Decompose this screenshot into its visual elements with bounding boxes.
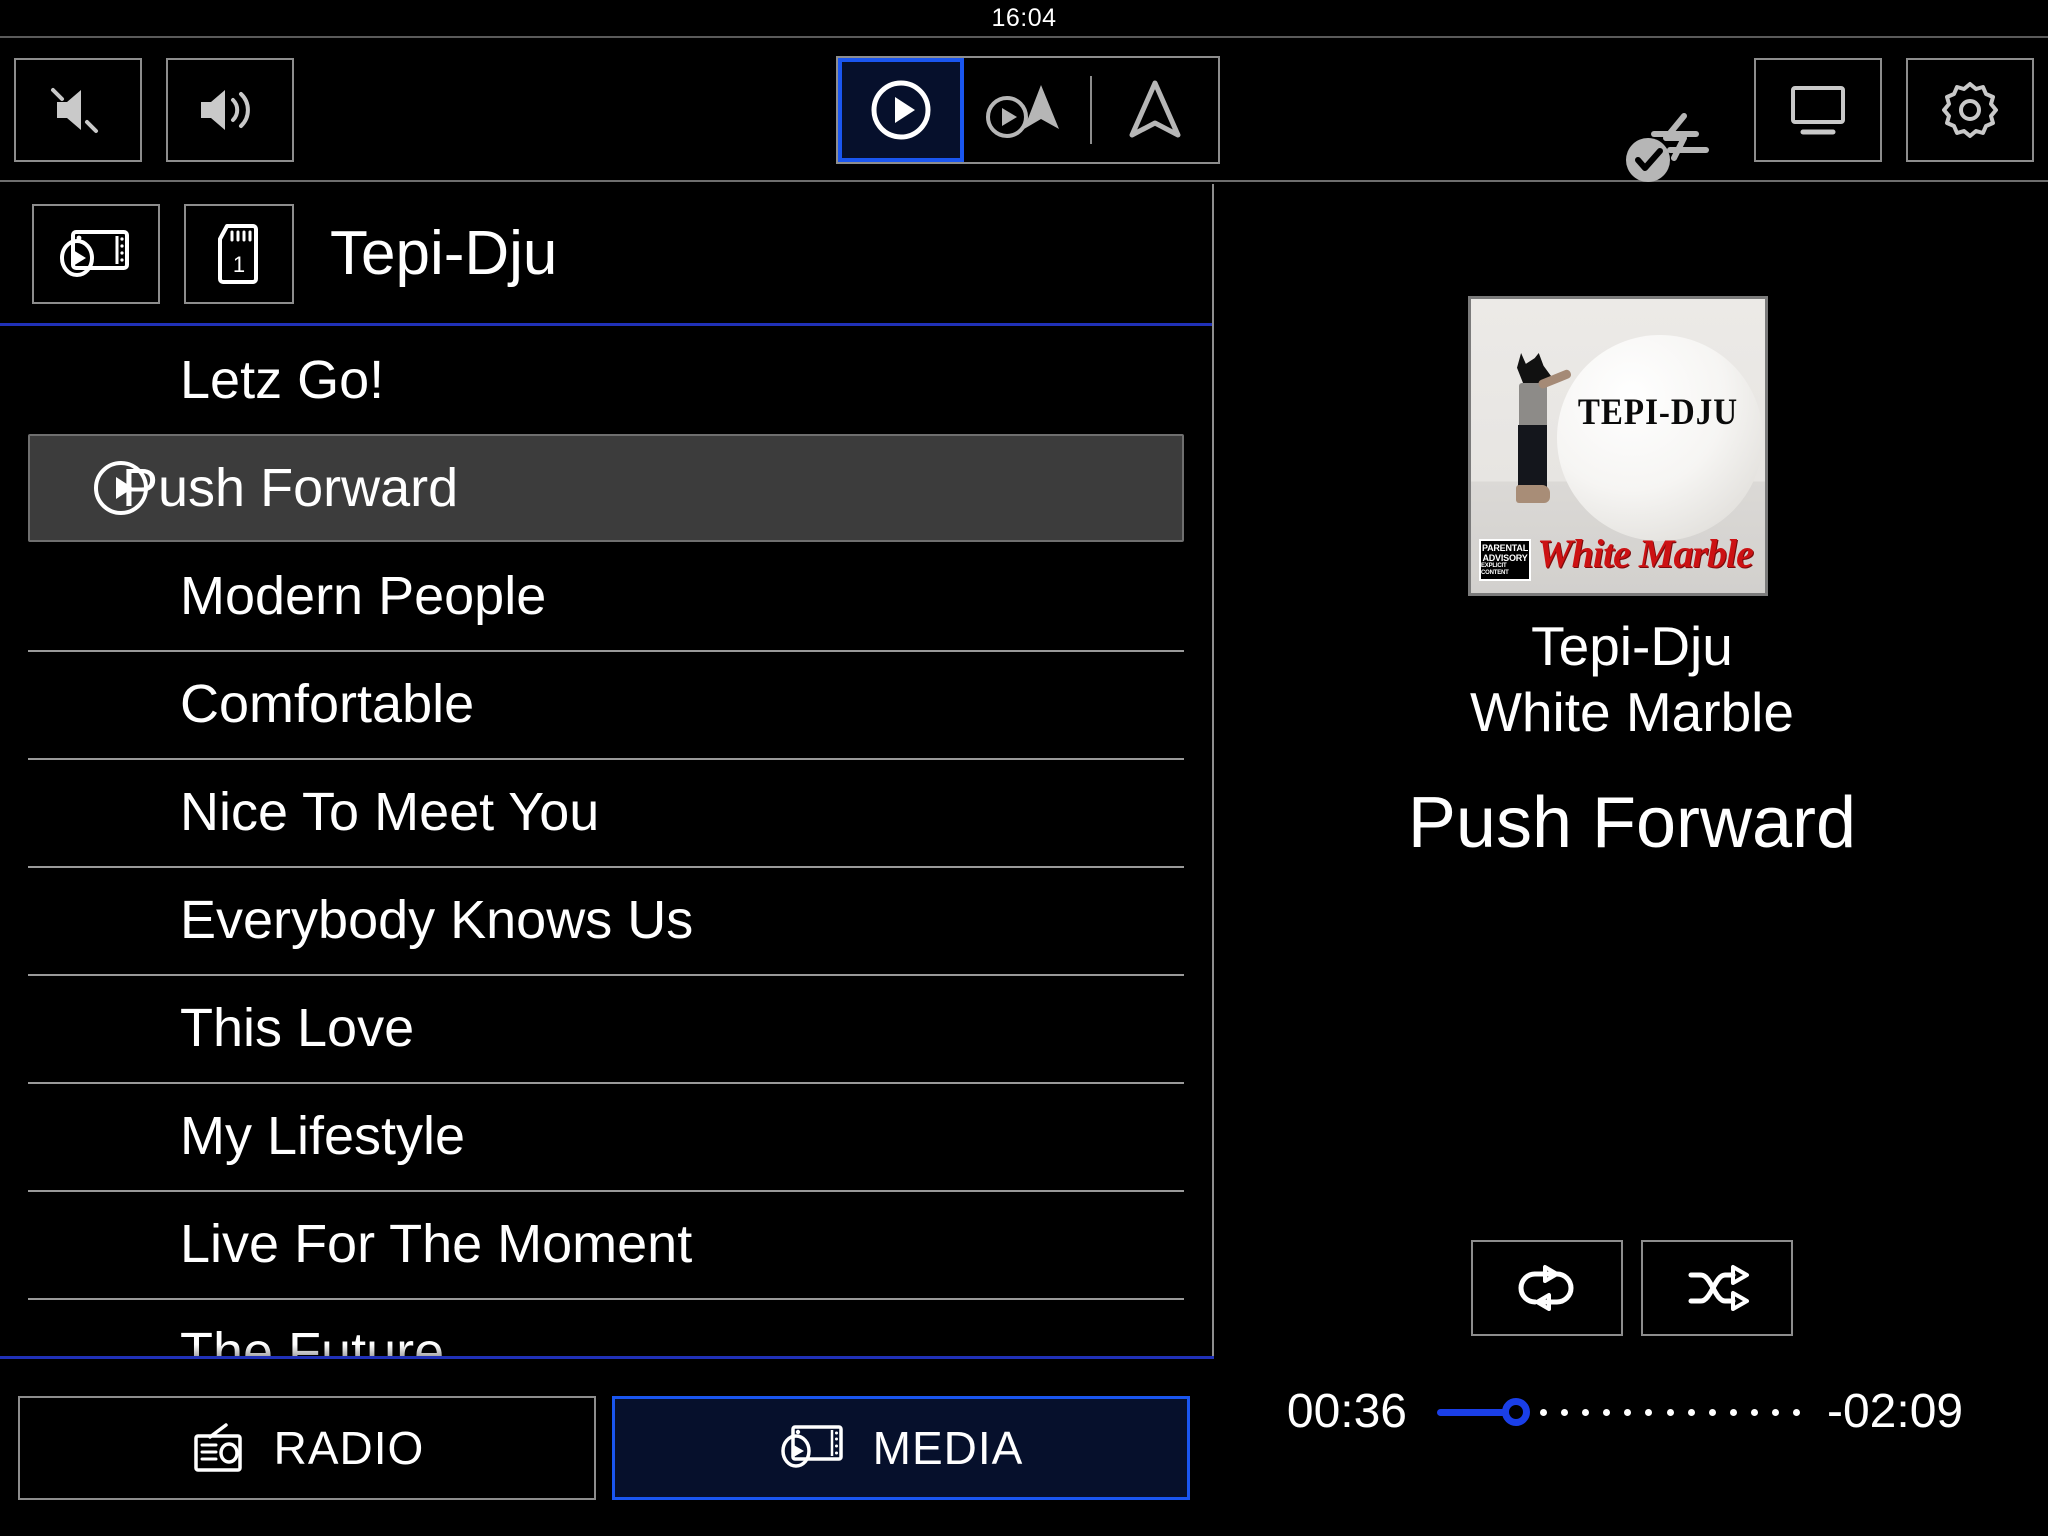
track-title: This Love xyxy=(180,998,415,1058)
progress-dot xyxy=(1750,1408,1758,1416)
status-bar: 16:04 xyxy=(0,0,2048,38)
browser-title: Tepi-Dju xyxy=(330,219,558,288)
track-row[interactable]: Modern People xyxy=(0,542,1212,650)
mode-nav-button[interactable] xyxy=(1092,58,1218,162)
album-art: TEPI-DJU White Marble PARENTAL ADVISORY … xyxy=(1468,296,1768,596)
album-art-album-text: White Marble xyxy=(1537,531,1754,576)
track-row[interactable]: Comfortable xyxy=(0,650,1212,758)
mute-button[interactable] xyxy=(14,58,142,162)
progress-dot xyxy=(1793,1408,1800,1416)
track-row[interactable]: Everybody Knows Us xyxy=(0,866,1212,974)
infotainment-screen: 16:04 1 Tepi-Dju Letz Go! Push Forward M… xyxy=(0,0,2048,1536)
playback-mode-buttons xyxy=(1216,1240,2048,1336)
track-title: Everybody Knows Us xyxy=(180,890,694,950)
advisory-line-3: EXPLICIT CONTENT xyxy=(1481,563,1509,577)
volume-up-icon xyxy=(195,82,265,138)
media-source-icon xyxy=(57,224,135,284)
media-source-button[interactable] xyxy=(32,203,160,304)
progress-dot xyxy=(1540,1408,1547,1416)
now-playing-track: Push Forward xyxy=(1407,783,1857,863)
settings-button[interactable] xyxy=(1906,58,2034,162)
browser-header: 1 Tepi-Dju xyxy=(0,184,1212,326)
sdcard-button[interactable]: 1 xyxy=(184,203,294,304)
now-playing-panel: TEPI-DJU White Marble PARENTAL ADVISORY … xyxy=(1216,184,2048,1536)
progress-dot xyxy=(1666,1408,1674,1416)
track-row[interactable]: The Future xyxy=(0,1298,1212,1356)
progress-dot xyxy=(1624,1408,1632,1416)
top-toolbar xyxy=(0,40,2048,182)
track-row[interactable]: Nice To Meet You xyxy=(0,758,1212,866)
advisory-line-2: ADVISORY xyxy=(1482,553,1528,564)
progress-dot xyxy=(1582,1408,1590,1416)
progress-thumb[interactable] xyxy=(1502,1397,1530,1426)
album-art-feet xyxy=(1516,485,1550,503)
album-art-marble xyxy=(1557,335,1763,541)
clock: 16:04 xyxy=(991,3,1057,32)
sdcard-icon: 1 xyxy=(213,222,265,286)
svg-text:1: 1 xyxy=(233,252,245,277)
now-playing-album: White Marble xyxy=(1470,681,1794,743)
volume-button[interactable] xyxy=(166,58,294,162)
progress-slider[interactable] xyxy=(1437,1396,1800,1428)
navigation-arrow-icon xyxy=(1124,77,1186,143)
mode-media-button[interactable] xyxy=(838,58,964,162)
shuffle-button[interactable] xyxy=(1641,1240,1793,1336)
media-browser-panel: 1 Tepi-Dju Letz Go! Push Forward Modern Pe… xyxy=(0,184,1214,1356)
track-title: The Future xyxy=(180,1321,444,1356)
media-icon xyxy=(779,1421,847,1475)
tab-media-label: MEDIA xyxy=(872,1421,1024,1474)
now-playing-artist: Tepi-Dju xyxy=(1531,615,1733,677)
progress-dot xyxy=(1771,1408,1779,1416)
album-art-legs xyxy=(1518,425,1547,487)
progress-dot xyxy=(1687,1408,1695,1416)
track-title: Letz Go! xyxy=(180,350,385,410)
mode-media-nav-button[interactable] xyxy=(964,58,1090,162)
mode-toggle-group xyxy=(836,56,1220,164)
shuffle-icon xyxy=(1681,1262,1753,1314)
tab-radio-label: RADIO xyxy=(273,1421,425,1474)
track-title: Push Forward xyxy=(122,458,459,518)
tab-media[interactable]: MEDIA xyxy=(612,1395,1190,1500)
track-title: Modern People xyxy=(180,566,547,626)
parental-advisory-label: PARENTAL ADVISORY EXPLICIT CONTENT xyxy=(1479,539,1531,581)
track-row[interactable]: This Love xyxy=(0,974,1212,1082)
advisory-line-1: PARENTAL xyxy=(1481,542,1529,553)
progress-dot xyxy=(1561,1408,1569,1416)
mute-icon xyxy=(47,82,109,138)
repeat-button[interactable] xyxy=(1471,1240,1623,1336)
progress-dot xyxy=(1603,1408,1611,1416)
progress-dot xyxy=(1729,1408,1737,1416)
track-row[interactable]: Live For The Moment xyxy=(0,1190,1212,1298)
track-row[interactable]: My Lifestyle xyxy=(0,1082,1212,1190)
track-title: Live For The Moment xyxy=(180,1214,693,1274)
source-tab-bar: RADIO MEDIA xyxy=(0,1356,1214,1536)
monitor-icon xyxy=(1783,80,1853,140)
album-art-figure xyxy=(1513,353,1573,525)
progress-row: 00:36 -02:09 xyxy=(1216,1384,2048,1439)
album-art-artist-text: TEPI-DJU xyxy=(1577,392,1739,434)
gear-icon xyxy=(1938,78,2002,142)
album-art-torso xyxy=(1519,383,1547,427)
play-circle-nav-icon xyxy=(981,77,1073,143)
now-playing-indicator-icon xyxy=(92,459,150,517)
repeat-icon xyxy=(1511,1262,1583,1314)
play-circle-icon xyxy=(868,77,934,143)
tab-radio[interactable]: RADIO xyxy=(18,1395,596,1500)
elapsed-time: 00:36 xyxy=(1286,1385,1407,1438)
track-title: Nice To Meet You xyxy=(180,782,600,842)
progress-dot xyxy=(1645,1408,1653,1416)
track-title: Comfortable xyxy=(180,674,475,734)
track-title: My Lifestyle xyxy=(180,1106,466,1166)
track-row-current[interactable]: Push Forward xyxy=(28,434,1184,542)
track-list[interactable]: Letz Go! Push Forward Modern People Comfort… xyxy=(0,326,1212,1356)
route-status-icon xyxy=(1618,108,1714,186)
radio-icon xyxy=(190,1421,248,1475)
track-row[interactable]: Letz Go! xyxy=(0,326,1212,434)
progress-dot xyxy=(1708,1408,1716,1416)
display-button[interactable] xyxy=(1754,58,1882,162)
remaining-time: -02:09 xyxy=(1827,1385,1964,1438)
